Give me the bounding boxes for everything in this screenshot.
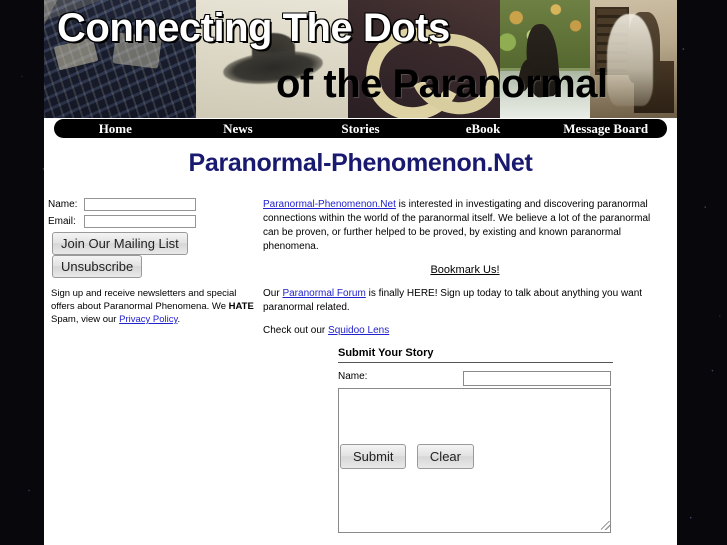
forum-text-pre: Our xyxy=(263,288,283,299)
mailing-email-input[interactable] xyxy=(84,215,196,228)
content-columns: Name: Email: Join Our Mailing List Unsub… xyxy=(44,182,677,533)
nav-item-stories[interactable]: Stories xyxy=(299,120,422,138)
nav-link-news[interactable]: News xyxy=(223,121,253,136)
mailing-email-label: Email: xyxy=(48,216,76,227)
nav-item-home[interactable]: Home xyxy=(54,120,177,138)
story-textarea-wrapper: Submit Clear xyxy=(338,388,613,533)
mailing-name-label: Name: xyxy=(48,199,78,210)
story-button-row: Submit Clear xyxy=(340,444,480,469)
unsubscribe-button[interactable]: Unsubscribe xyxy=(52,255,143,278)
nav-link-stories[interactable]: Stories xyxy=(341,121,379,136)
privacy-policy-link[interactable]: Privacy Policy xyxy=(119,314,177,325)
nav-link-message-board[interactable]: Message Board xyxy=(563,121,648,136)
submit-story-heading: Submit Your Story xyxy=(338,347,434,359)
mailing-button-row: Join Our Mailing List Unsubscribe xyxy=(52,232,263,278)
page-title: Paranormal-Phenomenon.Net xyxy=(188,149,533,177)
banner-headline-line1: Connecting The Dots xyxy=(57,6,450,50)
mailing-disclaimer: Sign up and receive newsletters and spec… xyxy=(48,287,257,326)
mailing-list-panel: Name: Email: Join Our Mailing List Unsub… xyxy=(44,198,263,533)
squidoo-paragraph: Check out our Squidoo Lens xyxy=(263,324,667,338)
bookmark-row: Bookmark Us! xyxy=(263,263,667,278)
site-self-link[interactable]: Paranormal-Phenomenon.Net xyxy=(263,199,396,210)
banner-headline-line2: of the Paranormal xyxy=(276,62,608,106)
mailing-name-row: Name: xyxy=(48,198,263,211)
main-content-panel: Paranormal-Phenomenon.Net is interested … xyxy=(263,198,677,533)
squidoo-text-pre: Check out our xyxy=(263,325,329,336)
clear-story-button[interactable]: Clear xyxy=(416,444,474,469)
story-name-row: Name: xyxy=(338,371,613,386)
forum-paragraph: Our Paranormal Forum is finally HERE! Si… xyxy=(263,287,667,315)
disclaimer-emphasis: HATE xyxy=(228,301,254,312)
disclaimer-text-pre: Sign up and receive newsletters and spec… xyxy=(51,288,237,312)
join-mailing-list-button[interactable]: Join Our Mailing List xyxy=(52,232,188,255)
story-name-label: Name: xyxy=(338,371,368,382)
navigation-bar-wrapper: Home News Stories eBook Message Board xyxy=(44,118,677,140)
nav-link-ebook[interactable]: eBook xyxy=(466,121,501,136)
disclaimer-text-mid: Spam, view our xyxy=(51,314,120,325)
mailing-email-row: Email: xyxy=(48,215,263,228)
squidoo-lens-link[interactable]: Squidoo Lens xyxy=(328,325,389,336)
bookmark-us-link[interactable]: Bookmark Us! xyxy=(430,264,499,276)
submit-story-button[interactable]: Submit xyxy=(340,444,407,469)
seance-ectoplasm xyxy=(607,14,653,107)
nav-link-home[interactable]: Home xyxy=(99,121,132,136)
nav-item-ebook[interactable]: eBook xyxy=(422,120,545,138)
site-banner: Connecting The Dots of the Paranormal xyxy=(44,0,677,118)
mailing-name-input[interactable] xyxy=(84,198,196,211)
submit-story-form: Submit Your Story Name: Submit Clear xyxy=(338,347,613,533)
page-content: Connecting The Dots of the Paranormal Ho… xyxy=(44,0,677,545)
nav-item-message-board[interactable]: Message Board xyxy=(544,120,667,138)
intro-paragraph: Paranormal-Phenomenon.Net is interested … xyxy=(263,198,667,254)
story-name-input[interactable] xyxy=(463,371,611,386)
paranormal-forum-link[interactable]: Paranormal Forum xyxy=(282,288,365,299)
nav-item-news[interactable]: News xyxy=(177,120,300,138)
submit-story-divider xyxy=(338,362,613,363)
disclaimer-text-post: . xyxy=(177,314,181,325)
navigation-bar: Home News Stories eBook Message Board xyxy=(54,119,667,138)
